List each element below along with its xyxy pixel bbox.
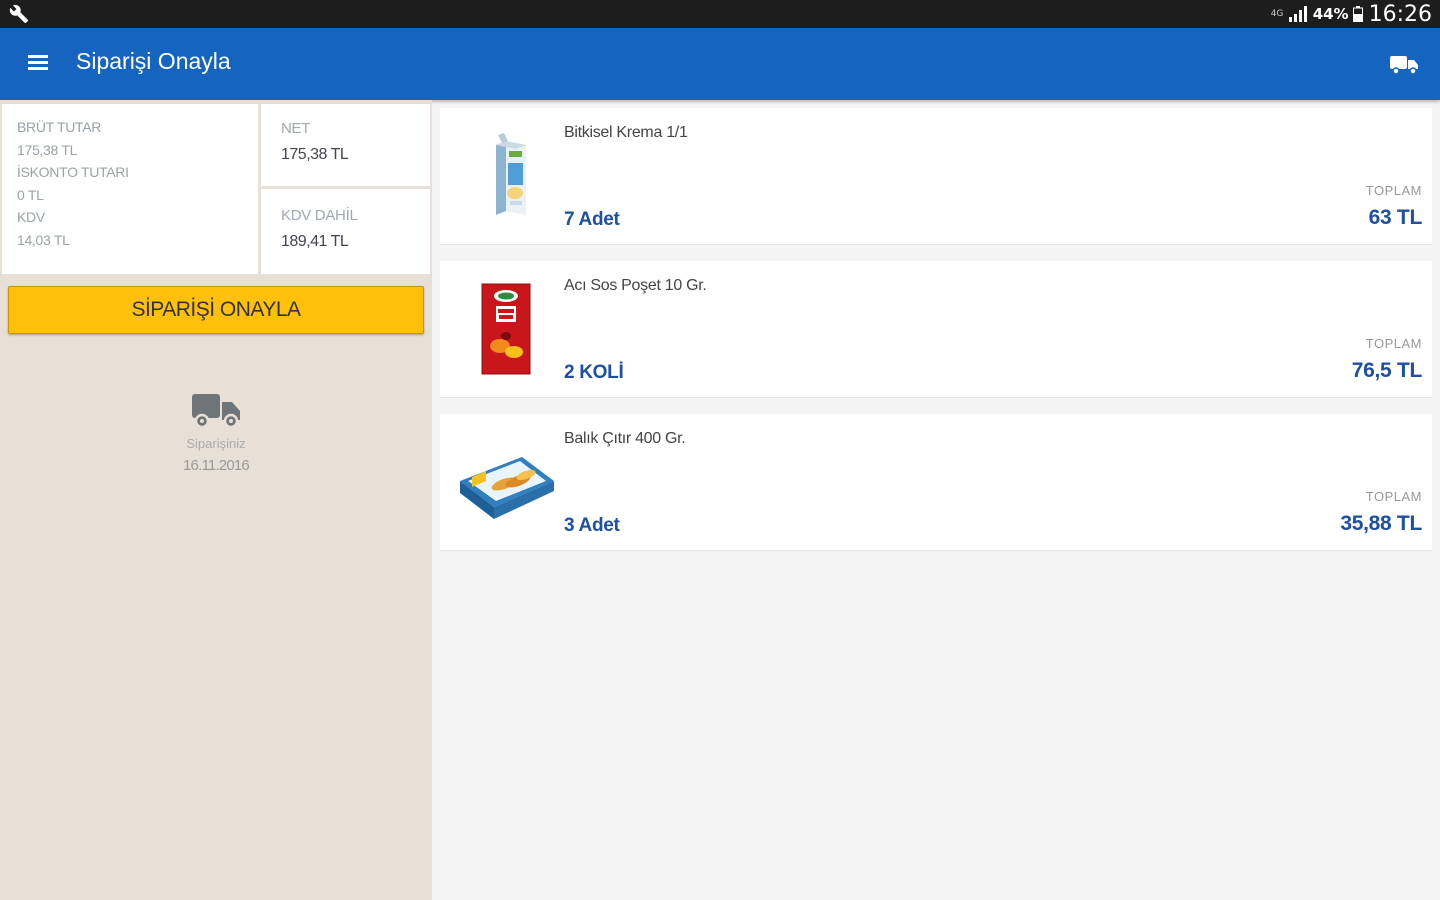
gross-total-label: BRÜT TUTAR bbox=[17, 119, 102, 135]
product-name: Acı Sos Poşet 10 Gr. bbox=[564, 277, 707, 294]
delivery-truck-icon bbox=[192, 394, 240, 429]
product-total: 63 TL bbox=[1368, 206, 1423, 229]
totals-summary: BRÜT TUTAR 175,38 TL İSKONTO TUTARI 0 TL… bbox=[0, 100, 432, 276]
app-bar: Siparişi Onayla bbox=[0, 28, 1440, 100]
status-clock: 16:26 bbox=[1368, 1, 1432, 27]
product-list: Bitkisel Krema 1/1 7 Adet TOPLAM 63 TL A… bbox=[440, 108, 1432, 567]
net-total-box: NET 175,38 TL bbox=[261, 104, 430, 186]
product-total: 76,5 TL bbox=[1351, 359, 1423, 382]
product-image-cream-carton bbox=[496, 133, 526, 215]
product-image-fish-sticks-box bbox=[460, 457, 554, 519]
product-quantity: 7 Adet bbox=[564, 209, 620, 230]
truck-icon[interactable] bbox=[1388, 52, 1420, 76]
delivery-date: 16.11.2016 bbox=[183, 457, 250, 474]
hamburger-menu-icon[interactable] bbox=[28, 52, 54, 76]
signal-icon bbox=[1288, 6, 1307, 22]
network-type-label: 4G bbox=[1270, 8, 1284, 19]
vat-included-value: 189,41 TL bbox=[281, 233, 349, 250]
product-total: 35,88 TL bbox=[1340, 512, 1422, 535]
vat-included-box: KDV DAHİL 189,41 TL bbox=[261, 189, 430, 274]
page-title: Siparişi Onayla bbox=[76, 48, 231, 74]
confirm-order-button[interactable]: SİPARİŞİ ONAYLA bbox=[8, 286, 424, 334]
delivery-label: Siparişiniz bbox=[186, 436, 246, 451]
product-quantity: 3 Adet bbox=[564, 515, 620, 536]
total-label: TOPLAM bbox=[1365, 183, 1422, 198]
vat-value: 14,03 TL bbox=[17, 231, 70, 248]
product-card[interactable]: Acı Sos Poşet 10 Gr. 2 KOLİ TOPLAM 76,5 … bbox=[440, 261, 1432, 398]
delivery-info: Siparişiniz 16.11.2016 bbox=[0, 390, 432, 474]
battery-percent: 44% bbox=[1312, 5, 1349, 23]
wrench-icon bbox=[9, 4, 29, 24]
gross-total-value: 175,38 TL bbox=[17, 141, 78, 158]
total-label: TOPLAM bbox=[1365, 336, 1422, 351]
product-name: Bitkisel Krema 1/1 bbox=[564, 124, 688, 141]
product-name: Balık Çıtır 400 Gr. bbox=[564, 430, 686, 447]
product-image-hot-sauce-box bbox=[481, 283, 531, 375]
order-summary-panel: BRÜT TUTAR 175,38 TL İSKONTO TUTARI 0 TL… bbox=[0, 100, 432, 900]
net-label: NET bbox=[281, 120, 311, 137]
product-card[interactable]: Balık Çıtır 400 Gr. 3 Adet TOPLAM 35,88 … bbox=[440, 414, 1432, 551]
vat-label: KDV bbox=[17, 209, 45, 226]
status-bar: 4G 44% 16:26 bbox=[0, 0, 1440, 28]
total-label: TOPLAM bbox=[1365, 489, 1422, 504]
gross-breakdown: BRÜT TUTAR 175,38 TL İSKONTO TUTARI 0 TL… bbox=[2, 104, 258, 274]
net-value: 175,38 TL bbox=[281, 146, 349, 163]
discount-label: İSKONTO TUTARI bbox=[17, 164, 129, 181]
product-card[interactable]: Bitkisel Krema 1/1 7 Adet TOPLAM 63 TL bbox=[440, 108, 1432, 245]
product-quantity: 2 KOLİ bbox=[564, 362, 624, 383]
battery-icon bbox=[1352, 6, 1363, 22]
discount-value: 0 TL bbox=[17, 186, 44, 203]
vat-included-label: KDV DAHİL bbox=[281, 207, 358, 224]
